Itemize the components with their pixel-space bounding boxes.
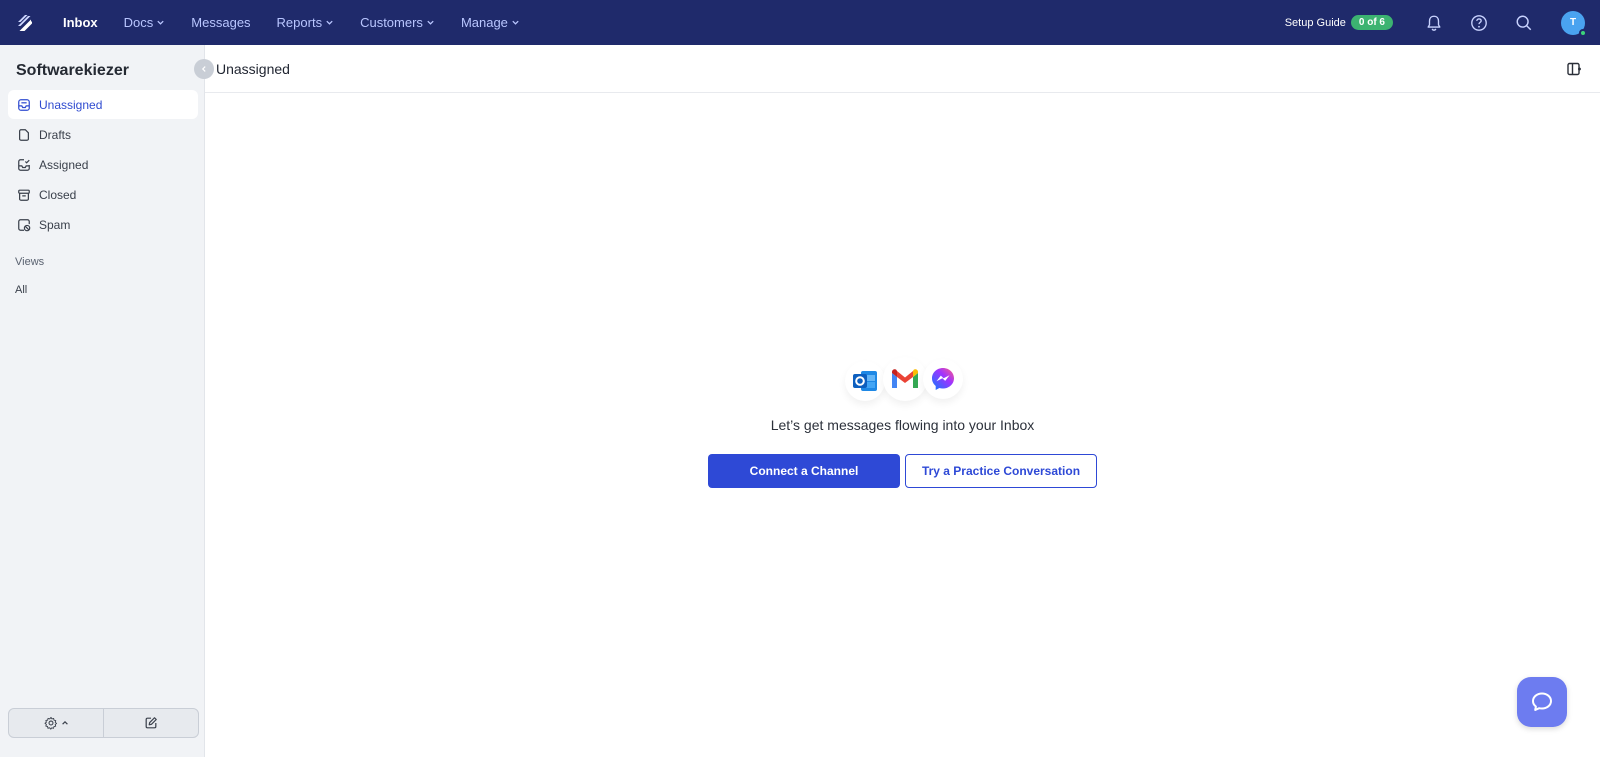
nav-manage[interactable]: Manage <box>448 0 533 45</box>
messenger-icon <box>922 359 963 399</box>
sidebar-item-label: Spam <box>39 217 71 232</box>
page-title: Unassigned <box>216 61 290 77</box>
nav-customers-label: Customers <box>360 15 423 30</box>
empty-state-message: Let’s get messages flowing into your Inb… <box>770 417 1035 433</box>
sidebar-item-drafts[interactable]: Drafts <box>8 120 198 149</box>
connect-channel-button[interactable]: Connect a Channel <box>708 454 900 488</box>
nav-inbox[interactable]: Inbox <box>50 0 111 45</box>
sidebar-item-label: Assigned <box>39 157 89 172</box>
help-icon[interactable] <box>1456 0 1501 45</box>
sidebar-item-unassigned[interactable]: Unassigned <box>8 90 198 119</box>
chevron-down-icon <box>325 18 334 27</box>
chevron-down-icon <box>511 18 520 27</box>
views-heading: Views <box>15 256 45 268</box>
workspace-name: Softwarekiezer <box>16 62 129 79</box>
chevron-down-icon <box>426 18 435 27</box>
chevron-down-icon <box>156 18 165 27</box>
practice-conversation-button[interactable]: Try a Practice Conversation <box>905 454 1097 488</box>
settings-menu-button[interactable] <box>9 709 103 737</box>
spam-icon <box>18 218 31 231</box>
sidebar-item-label: Drafts <box>39 127 72 142</box>
setup-guide-label: Setup Guide <box>1284 16 1346 29</box>
chat-bubble-icon <box>1532 692 1552 711</box>
user-avatar-button[interactable]: T <box>1546 0 1600 45</box>
nav-inbox-label: Inbox <box>63 15 98 30</box>
outlook-icon <box>844 361 885 401</box>
sidebar-item-label: Unassigned <box>39 97 103 112</box>
folder-list: Unassigned Drafts Assigned Closed Spam <box>8 90 198 240</box>
sidebar-item-spam[interactable]: Spam <box>8 210 198 239</box>
avatar: T <box>1561 10 1587 37</box>
nav-messages[interactable]: Messages <box>178 0 263 45</box>
avatar-initial: T <box>1569 17 1577 28</box>
archive-icon <box>18 189 30 201</box>
chevron-up-icon <box>61 720 68 725</box>
collapse-sidebar-button[interactable] <box>194 59 214 79</box>
compose-button[interactable] <box>103 709 198 737</box>
nav-reports[interactable]: Reports <box>264 0 348 45</box>
chevron-left-icon <box>201 66 206 72</box>
nav-reports-label: Reports <box>276 15 323 30</box>
nav-docs-label: Docs <box>123 15 154 30</box>
sidebar-footer-toolbar <box>8 708 199 738</box>
empty-state-actions: Connect a Channel Try a Practice Convers… <box>708 454 1097 488</box>
nav-docs[interactable]: Docs <box>111 0 179 45</box>
sidebar: Softwarekiezer Unassigned Drafts Assigne… <box>0 45 214 757</box>
setup-guide-button[interactable]: Setup Guide 0 of 6 <box>1285 15 1393 30</box>
assigned-icon <box>18 158 30 171</box>
compose-icon <box>145 717 157 729</box>
chat-beacon-button[interactable] <box>1517 677 1567 727</box>
search-icon[interactable] <box>1501 0 1546 45</box>
main-header: Unassigned <box>205 45 1600 93</box>
gmail-icon <box>882 357 927 401</box>
view-item-all[interactable]: All <box>15 284 27 296</box>
sidebar-item-assigned[interactable]: Assigned <box>8 150 198 179</box>
helpscout-logo-icon[interactable] <box>0 0 50 45</box>
inbox-icon <box>18 98 30 111</box>
top-navigation: Inbox Docs Messages Reports Customers Ma… <box>0 0 1600 45</box>
online-status-dot <box>1579 28 1587 37</box>
channel-icons <box>843 355 963 405</box>
notifications-bell-icon[interactable] <box>1411 0 1456 45</box>
setup-guide-progress-badge: 0 of 6 <box>1350 15 1393 30</box>
draft-icon <box>19 128 29 141</box>
toggle-panel-button[interactable] <box>1564 59 1584 79</box>
nav-manage-label: Manage <box>460 15 508 30</box>
layout-panel-icon <box>1567 62 1581 76</box>
gear-icon <box>44 716 57 730</box>
nav-customers[interactable]: Customers <box>347 0 448 45</box>
sidebar-item-label: Closed <box>39 187 77 202</box>
nav-messages-label: Messages <box>191 15 251 30</box>
sidebar-item-closed[interactable]: Closed <box>8 180 198 209</box>
empty-state: Let’s get messages flowing into your Inb… <box>205 355 1600 488</box>
